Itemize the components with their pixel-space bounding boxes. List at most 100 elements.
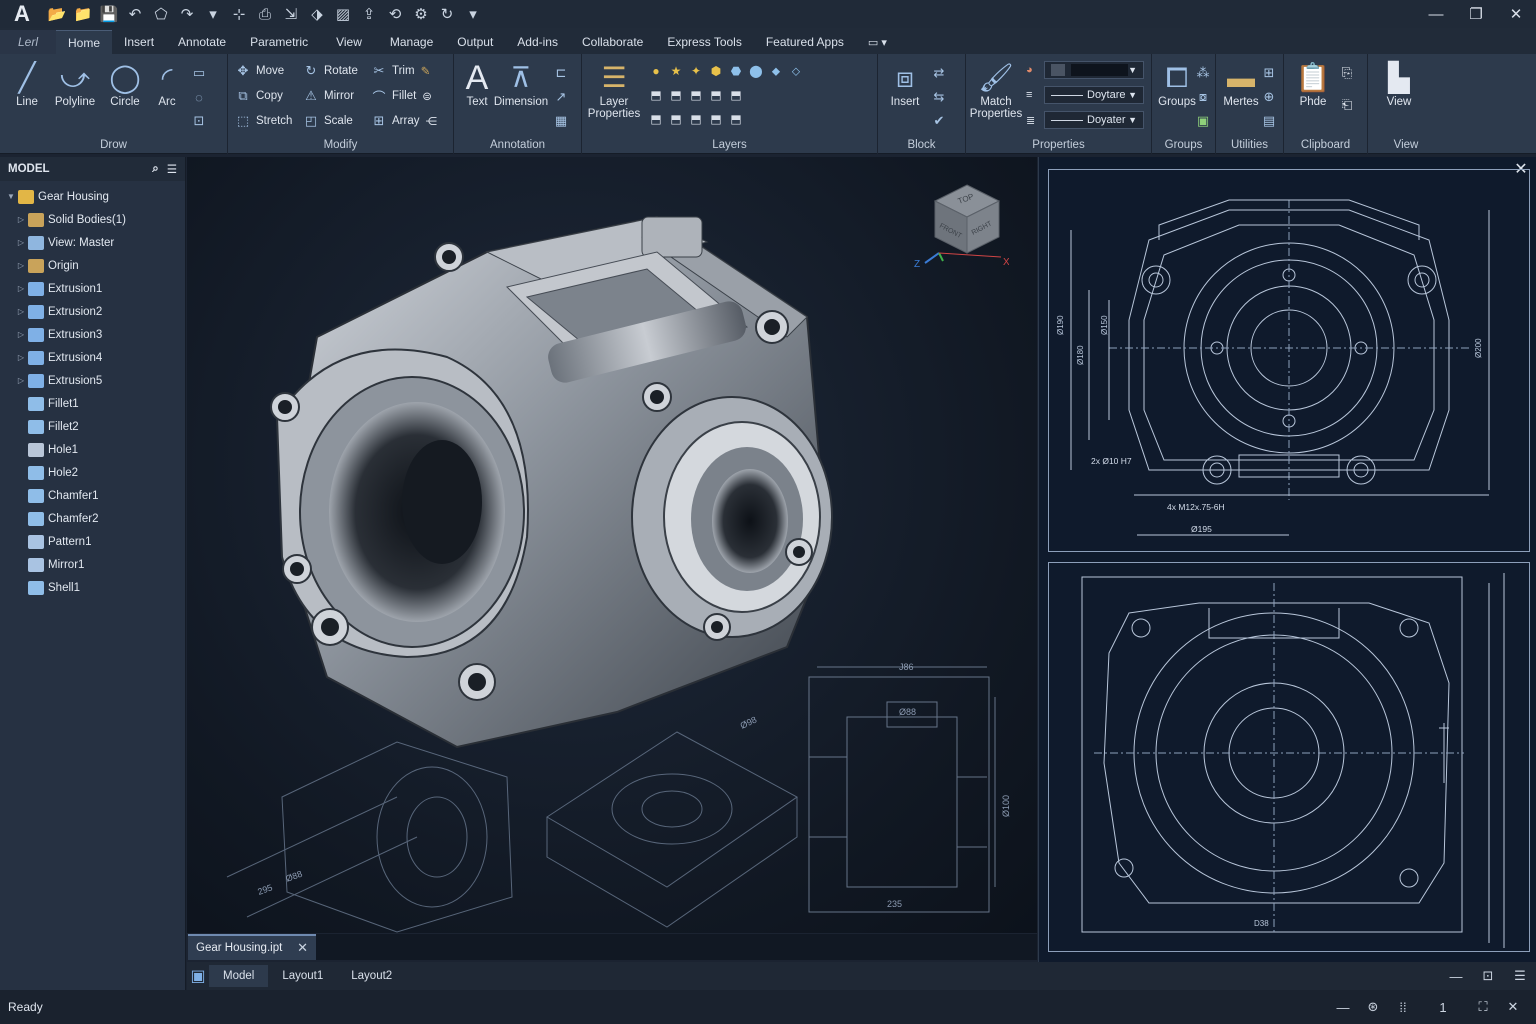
model-space-icon[interactable]: ▣ bbox=[187, 965, 209, 987]
tree-item[interactable]: ▷ Extrusion5 bbox=[0, 369, 185, 392]
panel-title-view[interactable]: View bbox=[1368, 139, 1444, 151]
layer-tool-icon[interactable]: ⬒ bbox=[668, 88, 684, 102]
tree-item[interactable]: ▷ Origin bbox=[0, 254, 185, 277]
layer-properties-tool[interactable]: ☰ Layer Properties bbox=[586, 60, 642, 120]
close-document-icon[interactable]: ✕ bbox=[297, 940, 308, 956]
layer-tool-icon[interactable]: ⬒ bbox=[648, 88, 664, 102]
tree-item[interactable]: Fillet2 bbox=[0, 415, 185, 438]
search-icon[interactable]: ⌕ bbox=[152, 163, 158, 176]
tree-item[interactable]: ▷ View: Master bbox=[0, 231, 185, 254]
orbit-icon[interactable]: ⊛ bbox=[1358, 999, 1388, 1015]
menu-icon[interactable]: ☰ bbox=[167, 162, 177, 176]
trim-tool[interactable]: ✂ Trim ✎ bbox=[370, 60, 431, 82]
tab-layout2[interactable]: Layout2 bbox=[337, 965, 406, 987]
id-point-tool[interactable]: ⊕ bbox=[1260, 86, 1282, 108]
layer-tool-icon[interactable]: ⬤ bbox=[748, 64, 764, 78]
tab-view[interactable]: View bbox=[320, 30, 378, 54]
expand-icon[interactable]: ▷ bbox=[14, 261, 28, 270]
tree-item[interactable]: ▷ Extrusion4 bbox=[0, 346, 185, 369]
close-icon[interactable]: ✕ bbox=[1498, 999, 1528, 1015]
tab-output[interactable]: Output bbox=[445, 30, 505, 54]
array-tool[interactable]: ⊞ Array ⋲ bbox=[370, 110, 437, 132]
expand-icon[interactable]: ▷ bbox=[14, 353, 28, 362]
calculator-tool[interactable]: ⊞ bbox=[1260, 62, 1282, 84]
panel-title-annotation[interactable]: Annotation bbox=[454, 139, 581, 151]
fillet-tool[interactable]: ⌒ Fillet ⊜ bbox=[370, 85, 431, 107]
drawing-sheet-bottom[interactable]: D38 bbox=[1048, 562, 1530, 952]
measure-icon[interactable]: ⊹ bbox=[226, 0, 252, 28]
edit-block-tool[interactable]: ⇆ bbox=[930, 86, 952, 108]
layer-tool-icon[interactable]: ⬣ bbox=[728, 64, 744, 78]
scale-value[interactable]: 1 bbox=[1418, 1000, 1468, 1015]
line-tool[interactable]: ╱ Line bbox=[0, 60, 54, 108]
tab-featured-apps[interactable]: Featured Apps bbox=[754, 30, 856, 54]
gear-icon[interactable]: ⚙ bbox=[408, 0, 434, 28]
tree-item[interactable]: Hole1 bbox=[0, 438, 185, 461]
view-tool[interactable]: ▙ View bbox=[1372, 60, 1426, 108]
panel-title-properties[interactable]: Properties bbox=[966, 139, 1151, 151]
polyline-tool[interactable]: ⤻ Polyline bbox=[48, 60, 102, 108]
expand-icon[interactable]: ▷ bbox=[14, 330, 28, 339]
tree-item[interactable]: ▷ Extrusion1 bbox=[0, 277, 185, 300]
insert-tool[interactable]: ⧈ Insert bbox=[878, 60, 932, 108]
match-properties-tool[interactable]: 🖌 Match Properties bbox=[966, 60, 1026, 120]
tree-item[interactable]: Fillet1 bbox=[0, 392, 185, 415]
more-icon[interactable]: ▾ bbox=[460, 0, 486, 28]
layer-tool-icon[interactable]: ✦ bbox=[688, 64, 704, 78]
expand-icon[interactable]: ▷ bbox=[14, 238, 28, 247]
open-icon[interactable]: 📁 bbox=[70, 0, 96, 28]
layer-tool-icon[interactable]: ⬒ bbox=[648, 112, 664, 126]
scale-tool[interactable]: ◰ Scale bbox=[302, 110, 353, 132]
minimize-button[interactable]: — bbox=[1416, 0, 1456, 28]
panel-title-draw[interactable]: Drow bbox=[0, 139, 227, 151]
app-logo[interactable]: A bbox=[0, 0, 44, 28]
layer-tool-icon[interactable]: ⬢ bbox=[708, 64, 724, 78]
hatch-tool[interactable]: ⊡ bbox=[190, 110, 212, 132]
tab-parametric[interactable]: Parametric bbox=[238, 30, 320, 54]
tree-item[interactable]: ▷ Solid Bodies(1) bbox=[0, 208, 185, 231]
tab-model[interactable]: Model bbox=[209, 965, 269, 987]
paste-tool[interactable]: 📋 Phde bbox=[1286, 60, 1340, 108]
tab-home[interactable]: Home bbox=[56, 30, 113, 54]
upload-icon[interactable]: ⇪ bbox=[356, 0, 382, 28]
expand-icon[interactable]: ▷ bbox=[14, 307, 28, 316]
cut-tool[interactable]: ⎗ bbox=[1338, 94, 1360, 116]
panel-title-modify[interactable]: Modify bbox=[228, 139, 453, 151]
arc-tool[interactable]: ◜ Arc bbox=[140, 60, 194, 108]
fullscreen-icon[interactable]: ⛶ bbox=[1468, 999, 1498, 1015]
tab-annotate[interactable]: Annotate bbox=[166, 30, 238, 54]
dropdown-icon[interactable]: ▾ bbox=[200, 0, 226, 28]
tile-pane-icon[interactable]: ⊡ bbox=[1472, 962, 1504, 990]
layer-tool-icon[interactable]: ⬦ bbox=[788, 64, 804, 78]
drawing-sheet-top[interactable]: Ø190 Ø150 Ø180 2x Ø10 H7 4x M12x.75-6H Ø… bbox=[1048, 169, 1530, 552]
save-icon[interactable]: 💾 bbox=[96, 0, 122, 28]
leader-tool[interactable]: ⊏ bbox=[552, 62, 574, 84]
color-select[interactable]: ▼ bbox=[1044, 61, 1144, 79]
close-button[interactable]: ✕ bbox=[1496, 0, 1536, 28]
layer-tool-icon[interactable]: ⬥ bbox=[768, 64, 784, 78]
layer-tool-icon[interactable]: ⬒ bbox=[688, 88, 704, 102]
panel-title-clipboard[interactable]: Clipboard bbox=[1284, 139, 1367, 151]
panel-title-block[interactable]: Block bbox=[878, 139, 965, 151]
share-icon[interactable]: ⬗ bbox=[304, 0, 330, 28]
redo-icon[interactable]: ↷ bbox=[174, 0, 200, 28]
image-icon[interactable]: ▨ bbox=[330, 0, 356, 28]
linetype-select[interactable]: Doytare ▼ bbox=[1044, 86, 1144, 104]
tree-item[interactable]: Mirror1 bbox=[0, 553, 185, 576]
tree-item[interactable]: ▷ Extrusion2 bbox=[0, 300, 185, 323]
tab-collaborate[interactable]: Collaborate bbox=[570, 30, 655, 54]
rotate-tool[interactable]: ↻ Rotate bbox=[302, 60, 358, 82]
model-viewport[interactable]: J86 Ø88 Ø100 235 Ø98 295 Ø88 TOP FRONT R… bbox=[187, 157, 1037, 933]
tree-item[interactable]: Shell1 bbox=[0, 576, 185, 599]
menu-icon[interactable]: ☰ bbox=[1504, 962, 1536, 990]
quick-calc-tool[interactable]: ▤ bbox=[1260, 110, 1282, 132]
tree-item[interactable]: ▼ Gear Housing bbox=[0, 185, 185, 208]
tree-item[interactable]: ▷ Extrusion3 bbox=[0, 323, 185, 346]
dimension-tool[interactable]: ⊼ Dimension bbox=[490, 60, 552, 108]
ellipse-tool[interactable]: ◌ bbox=[190, 86, 212, 108]
pan-icon[interactable]: ⁞⁞ bbox=[1388, 1000, 1418, 1015]
tab-express-tools[interactable]: Express Tools bbox=[655, 30, 753, 54]
table-tool[interactable]: ▦ bbox=[552, 110, 574, 132]
move-tool[interactable]: ✥ Move bbox=[234, 60, 285, 82]
layer-tool-icon[interactable]: ⬒ bbox=[708, 112, 724, 126]
